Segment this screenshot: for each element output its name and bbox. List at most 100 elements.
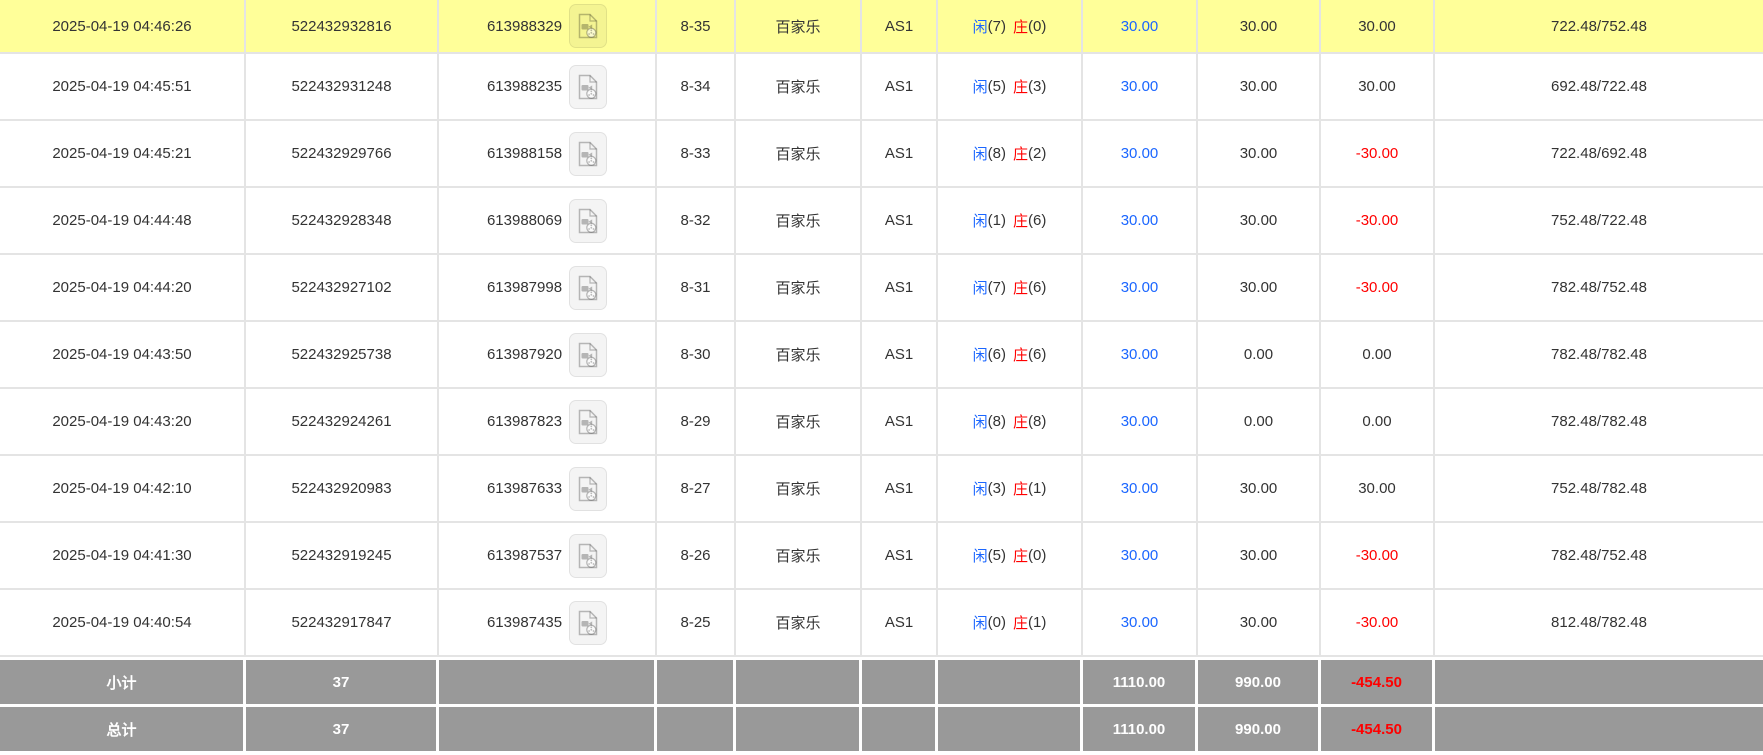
game-result: 闲 (6) 庄 (6) — [938, 322, 1083, 387]
video-replay-button[interactable] — [569, 399, 608, 444]
game-type: 百家乐 — [736, 389, 862, 454]
bet-time: 2025-04-19 04:42:10 — [0, 456, 246, 521]
table-name: AS1 — [862, 456, 938, 521]
summary-count: 37 — [246, 707, 439, 751]
table-name: AS1 — [862, 255, 938, 320]
game-result: 闲 (5) 庄 (0) — [938, 523, 1083, 588]
player-score: (3) — [987, 480, 1006, 497]
video-replay-button[interactable] — [569, 131, 608, 176]
round-id-cell: 613988329 — [439, 0, 657, 52]
banker-score: (0) — [1028, 547, 1047, 564]
bet-amount-cell: 30.00 — [1083, 389, 1198, 454]
bet-amount-link[interactable]: 30.00 — [1121, 547, 1159, 564]
video-replay-button[interactable] — [569, 198, 608, 243]
bet-id: 522432925738 — [246, 322, 439, 387]
table-row[interactable]: 2025-04-19 04:43:50 522432925738 6139879… — [0, 322, 1763, 389]
round-id: 613987998 — [486, 279, 563, 296]
table-row[interactable]: 2025-04-19 04:43:20 522432924261 6139878… — [0, 389, 1763, 456]
summary-empty — [1435, 660, 1763, 704]
video-icon — [578, 13, 598, 39]
table-row[interactable]: 2025-04-19 04:45:21 522432929766 6139881… — [0, 121, 1763, 188]
round-id: 613988158 — [486, 145, 563, 162]
table-row[interactable]: 2025-04-19 04:45:51 522432931248 6139882… — [0, 54, 1763, 121]
round-id-cell: 613987633 — [439, 456, 657, 521]
banker-label: 庄 — [1013, 615, 1029, 632]
bet-amount-cell: 30.00 — [1083, 0, 1198, 52]
banker-score: (3) — [1028, 78, 1047, 95]
balance: 812.48/782.48 — [1435, 590, 1763, 655]
summary-row: 总计 37 1110.00 990.00 -454.50 — [0, 707, 1763, 751]
summary-label: 总计 — [0, 707, 246, 751]
round-number: 8-32 — [657, 188, 736, 253]
bet-time: 2025-04-19 04:40:54 — [0, 590, 246, 655]
video-replay-button[interactable] — [569, 265, 608, 310]
bet-amount-link[interactable]: 30.00 — [1121, 346, 1159, 363]
win-loss: -30.00 — [1321, 590, 1435, 655]
bet-amount-link[interactable]: 30.00 — [1121, 413, 1159, 430]
video-replay-button[interactable] — [569, 64, 608, 109]
video-replay-button[interactable] — [569, 4, 608, 48]
bet-id: 522432924261 — [246, 389, 439, 454]
bet-amount-link[interactable]: 30.00 — [1121, 212, 1159, 229]
bet-id: 522432932816 — [246, 0, 439, 52]
player-label: 闲 — [972, 615, 988, 632]
round-id: 613988329 — [486, 17, 563, 35]
banker-score: (0) — [1028, 17, 1047, 35]
bet-amount-link[interactable]: 30.00 — [1121, 279, 1159, 296]
bet-amount-link[interactable]: 30.00 — [1121, 480, 1159, 497]
bet-amount-link[interactable]: 30.00 — [1121, 78, 1159, 95]
table-name: AS1 — [862, 188, 938, 253]
summary-empty — [938, 707, 1083, 751]
round-id-cell: 613987435 — [439, 590, 657, 655]
table-row[interactable]: 2025-04-19 04:41:30 522432919245 6139875… — [0, 523, 1763, 590]
game-result: 闲 (7) 庄 (0) — [938, 0, 1083, 52]
video-replay-button[interactable] — [569, 466, 608, 511]
game-result: 闲 (8) 庄 (2) — [938, 121, 1083, 186]
win-loss: 30.00 — [1321, 0, 1435, 52]
valid-amount: 0.00 — [1198, 322, 1321, 387]
player-label: 闲 — [972, 280, 988, 297]
bet-amount-link[interactable]: 30.00 — [1121, 18, 1159, 35]
table-row[interactable]: 2025-04-19 04:46:26 522432932816 6139883… — [0, 0, 1763, 54]
bet-amount-cell: 30.00 — [1083, 523, 1198, 588]
table-row[interactable]: 2025-04-19 04:40:54 522432917847 6139874… — [0, 590, 1763, 657]
win-loss: -30.00 — [1321, 121, 1435, 186]
balance: 782.48/782.48 — [1435, 389, 1763, 454]
player-score: (8) — [987, 145, 1006, 162]
bet-id: 522432931248 — [246, 54, 439, 119]
game-type: 百家乐 — [736, 121, 862, 186]
round-id-cell: 613987920 — [439, 322, 657, 387]
player-label: 闲 — [972, 18, 988, 36]
bet-amount-link[interactable]: 30.00 — [1121, 614, 1159, 631]
player-label: 闲 — [972, 347, 988, 364]
summary-empty — [862, 707, 938, 751]
video-icon — [578, 610, 598, 635]
video-replay-button[interactable] — [569, 533, 608, 578]
table-row[interactable]: 2025-04-19 04:42:10 522432920983 6139876… — [0, 456, 1763, 523]
valid-amount: 30.00 — [1198, 523, 1321, 588]
banker-score: (1) — [1028, 614, 1047, 631]
win-loss: 30.00 — [1321, 456, 1435, 521]
banker-score: (6) — [1028, 279, 1047, 296]
banker-label: 庄 — [1013, 213, 1029, 230]
bet-amount-cell: 30.00 — [1083, 188, 1198, 253]
table-row[interactable]: 2025-04-19 04:44:48 522432928348 6139880… — [0, 188, 1763, 255]
game-type: 百家乐 — [736, 0, 862, 52]
round-id: 613987537 — [486, 547, 563, 564]
video-replay-button[interactable] — [569, 332, 608, 377]
video-replay-button[interactable] — [569, 600, 608, 645]
win-loss: 0.00 — [1321, 389, 1435, 454]
table-row[interactable]: 2025-04-19 04:44:20 522432927102 6139879… — [0, 255, 1763, 322]
bet-amount-link[interactable]: 30.00 — [1121, 145, 1159, 162]
table-body: 2025-04-19 04:46:26 522432932816 6139883… — [0, 0, 1763, 751]
bet-amount-cell: 30.00 — [1083, 590, 1198, 655]
round-id: 613987633 — [486, 480, 563, 497]
round-number: 8-30 — [657, 322, 736, 387]
bet-amount-cell: 30.00 — [1083, 456, 1198, 521]
round-number: 8-25 — [657, 590, 736, 655]
table-name: AS1 — [862, 0, 938, 52]
valid-amount: 30.00 — [1198, 121, 1321, 186]
bet-id: 522432929766 — [246, 121, 439, 186]
bet-time: 2025-04-19 04:44:48 — [0, 188, 246, 253]
table-name: AS1 — [862, 322, 938, 387]
